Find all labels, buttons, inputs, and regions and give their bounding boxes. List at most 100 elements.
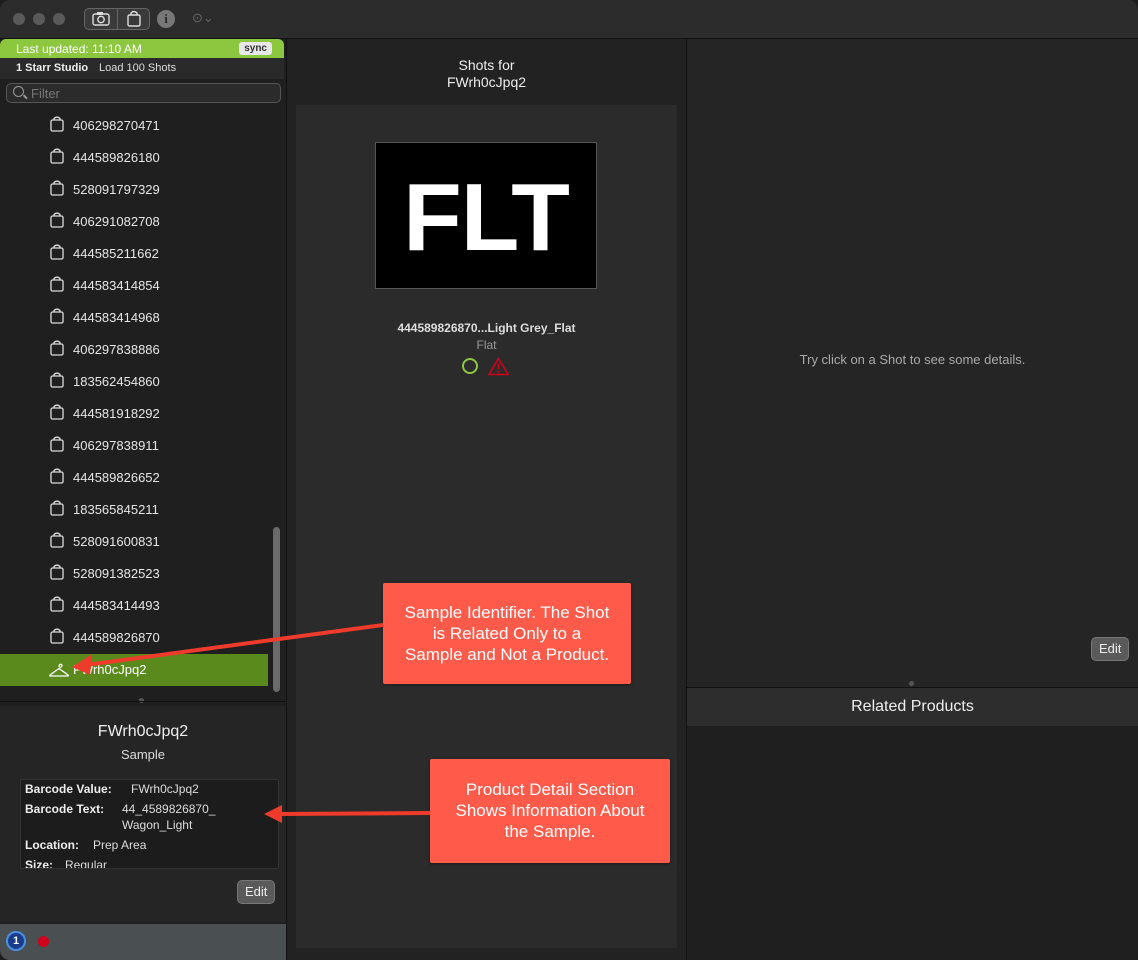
location-value: Prep Area <box>93 838 147 852</box>
list-item-label: 406291082708 <box>73 214 160 229</box>
list-item[interactable]: 444583414968 <box>0 302 268 334</box>
list-item-label: 444589826652 <box>73 470 160 485</box>
detail-section: FWrh0cJpq2 Sample Barcode Value: FWrh0cJ… <box>0 706 286 922</box>
filter-field[interactable] <box>6 83 281 103</box>
list-item[interactable]: 406298270471 <box>0 110 268 142</box>
list-item-label: 444583414854 <box>73 278 160 293</box>
product-view-button[interactable] <box>118 9 150 29</box>
list-item-label: 444589826870 <box>73 630 160 645</box>
callout-line: the Sample. <box>504 822 596 841</box>
shot-edit-button[interactable]: Edit <box>1091 637 1130 661</box>
list-item-label: 183565845211 <box>73 502 159 517</box>
list-item[interactable]: 528091797329 <box>0 174 268 206</box>
camera-view-button[interactable] <box>85 9 118 29</box>
minimize-window-button[interactable] <box>33 13 45 25</box>
detail-title: FWrh0cJpq2 <box>97 723 189 740</box>
list-item-label: 406297838886 <box>73 342 160 357</box>
shopping-bag-icon <box>50 372 64 388</box>
list-item[interactable]: 406291082708 <box>0 206 268 238</box>
shopping-bag-icon <box>50 564 64 580</box>
zoom-window-button[interactable] <box>53 13 65 25</box>
list-item[interactable]: 183565845211 <box>0 494 268 526</box>
studio-bar: 1 Starr Studio Load 100 Shots <box>0 58 284 79</box>
shopping-bag-icon <box>50 308 64 324</box>
callout-line: Sample and Not a Product. <box>404 645 610 664</box>
list-item[interactable]: 444585211662 <box>0 238 268 270</box>
barcode-value: FWrh0cJpq2 <box>131 782 199 796</box>
list-item-label: FWrh0cJpq2 <box>73 662 147 677</box>
info-icon[interactable]: i <box>157 10 175 28</box>
detail-subtitle: Sample <box>120 747 166 762</box>
shopping-bag-icon <box>50 276 64 292</box>
list-item-selected[interactable]: FWrh0cJpq2 <box>0 654 268 686</box>
shopping-bag-icon <box>50 628 64 644</box>
shots-title-line2: FWrh0cJpq2 <box>446 74 527 90</box>
list-scrollbar[interactable] <box>273 527 280 692</box>
shopping-bag-icon <box>127 10 141 27</box>
list-item-label: 406297838911 <box>73 438 159 453</box>
callout-line: Sample Identifier. The Shot <box>404 603 610 622</box>
sync-button[interactable]: sync <box>239 42 272 55</box>
shopping-bag-icon <box>50 436 64 452</box>
callout-line: Product Detail Section <box>465 780 635 799</box>
shopping-bag-icon <box>50 116 64 132</box>
account-badge[interactable]: 1 <box>6 931 26 951</box>
detail-edit-button[interactable]: Edit <box>237 880 276 904</box>
shopping-bag-icon <box>50 500 64 516</box>
list-item[interactable]: 528091600831 <box>0 526 268 558</box>
right-split-handle[interactable] <box>909 681 914 686</box>
list-item[interactable]: 444589826652 <box>0 462 268 494</box>
list-item[interactable]: 406297838886 <box>0 334 268 366</box>
list-item[interactable]: 406297838911 <box>0 430 268 462</box>
callout-line: Shows Information About <box>455 801 645 820</box>
close-window-button[interactable] <box>13 13 25 25</box>
list-item[interactable]: 444589826180 <box>0 142 268 174</box>
list-item-label: 444583414968 <box>73 310 160 325</box>
size-value: Regular <box>65 858 108 869</box>
status-ring-icon <box>462 358 478 374</box>
list-item-label: 444589826180 <box>73 150 160 165</box>
product-detail-callout: Product Detail Section Shows Information… <box>430 759 670 863</box>
sample-identifier-callout: Sample Identifier. The Shot is Related O… <box>383 583 631 684</box>
size-label: Size: <box>25 858 54 869</box>
list-item[interactable]: 444583414854 <box>0 270 268 302</box>
list-item-label: 528091797329 <box>73 182 160 197</box>
list-item-label: 528091600831 <box>73 534 160 549</box>
list-item[interactable]: 444589826870 <box>0 622 268 654</box>
location-label: Location: <box>25 838 79 852</box>
shopping-bag-icon <box>50 212 64 228</box>
shopping-bag-icon <box>50 244 64 260</box>
last-updated-text: Last updated: 11:10 AM <box>16 42 142 56</box>
shopping-bag-icon <box>50 596 64 612</box>
sync-status-bar: Last updated: 11:10 AM sync <box>0 39 284 58</box>
hanger-icon <box>48 663 70 677</box>
sidebar: Last updated: 11:10 AM sync 1 Starr Stud… <box>0 39 286 960</box>
camera-icon <box>92 12 110 26</box>
list-item[interactable]: 444581918292 <box>0 398 268 430</box>
product-list: 406298270471 444589826180 528091797329 4062… <box>0 110 270 700</box>
shot-type: Flat <box>476 338 497 352</box>
divider <box>0 701 286 702</box>
barcode-text-label: Barcode Text: <box>25 802 105 816</box>
shots-title-line1: Shots for <box>458 57 515 73</box>
shot-details-pane: Try click on a Shot to see some details.… <box>687 39 1138 960</box>
related-products-list <box>687 726 1138 960</box>
more-options-icon[interactable]: ⊙⌄ <box>192 10 214 26</box>
barcode-text-line2: Wagon_Light <box>122 818 193 832</box>
warning-icon <box>488 357 509 376</box>
related-products-title: Related Products <box>851 698 974 715</box>
list-item[interactable]: 528091382523 <box>0 558 268 590</box>
view-toggle-segmented <box>84 8 150 30</box>
load-shots-link[interactable]: Load 100 Shots <box>99 62 176 74</box>
filter-input[interactable] <box>31 85 271 101</box>
shopping-bag-icon <box>50 404 64 420</box>
list-item[interactable]: 183562454860 <box>0 366 268 398</box>
list-item-label: 183562454860 <box>73 374 160 389</box>
studio-name: 1 Starr Studio <box>16 62 89 74</box>
list-item[interactable]: 444583414493 <box>0 590 268 622</box>
title-bar: i ⊙⌄ <box>0 0 1138 39</box>
shopping-bag-icon <box>50 532 64 548</box>
barcode-value-label: Barcode Value: <box>25 782 112 796</box>
shot-thumbnail[interactable]: FLT <box>375 142 597 289</box>
empty-hint: Try click on a Shot to see some details. <box>799 352 1026 367</box>
